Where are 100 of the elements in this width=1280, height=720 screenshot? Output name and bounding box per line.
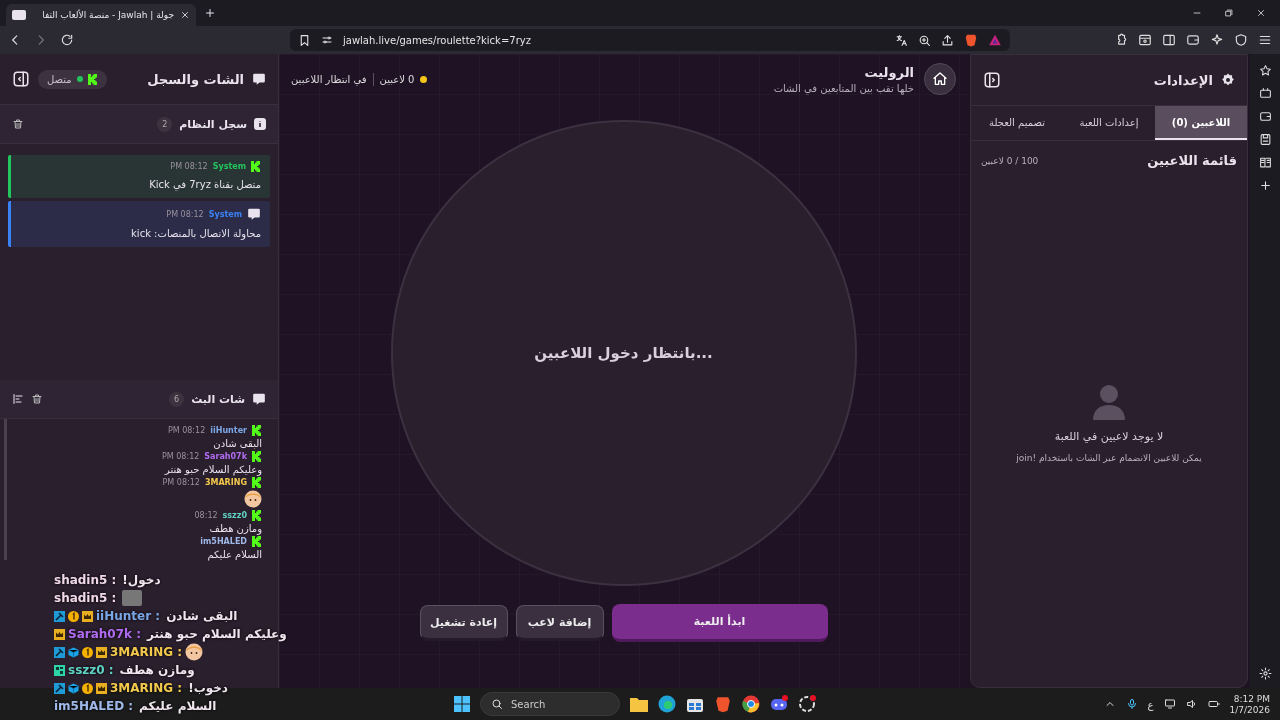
empty-title: لا يوجد لاعبين في اللعبة (1054, 430, 1164, 443)
clock[interactable]: 8:12 PM 1/7/2026 (1229, 693, 1270, 715)
settings-icon (1221, 73, 1235, 87)
sparkle-icon[interactable] (1210, 33, 1224, 47)
zoom-icon[interactable] (918, 33, 931, 47)
hammer-badge-icon (54, 682, 65, 694)
star-icon[interactable] (1258, 64, 1272, 77)
section-title: سجل النظام (179, 117, 247, 131)
overlay-message: السلام عليكم (139, 699, 217, 713)
wallet-icon[interactable] (1186, 33, 1200, 47)
list-title: قائمة اللاعبين (1147, 153, 1237, 168)
player-limit: 100 / 0 لاعبين (981, 155, 1039, 166)
search-bar[interactable]: Search (480, 692, 620, 716)
share-icon[interactable] (941, 33, 954, 47)
settings-tab[interactable]: إعدادات اللعبة (1063, 106, 1155, 140)
log-time: 08:12 PM (170, 162, 208, 171)
screenshot-icon[interactable] (1138, 33, 1152, 47)
wallet-icon[interactable] (1258, 110, 1272, 123)
grid-badge-icon (54, 664, 65, 676)
coin-badge-icon (82, 682, 93, 694)
panel-title: الشات والسجل (147, 71, 244, 87)
triangle-icon[interactable] (988, 33, 1002, 47)
search-field[interactable]: Search (509, 697, 583, 711)
cube-badge-icon (68, 682, 79, 694)
translate-icon[interactable] (895, 33, 908, 47)
chat-time: 08:12 PM (162, 478, 200, 487)
home-icon (932, 71, 948, 87)
chat-time: 08:12 (194, 511, 218, 520)
kick-logo-icon (252, 510, 262, 521)
add-icon[interactable] (1258, 179, 1272, 192)
chrome-ball-icon[interactable] (742, 695, 760, 713)
keyboard-language[interactable]: ع (1147, 698, 1154, 710)
trash-icon[interactable] (12, 118, 24, 130)
site-favicon-icon (12, 10, 26, 20)
reload-icon[interactable] (60, 33, 74, 47)
chat-message: البقى شادن (213, 438, 262, 449)
message-count: 6 (169, 391, 185, 407)
cartoon-avatar-icon (244, 490, 262, 508)
home-button[interactable] (924, 63, 956, 95)
collapse-panel-icon[interactable] (983, 71, 1001, 89)
site-settings-icon[interactable] (321, 34, 333, 46)
kick-logo-icon (252, 425, 262, 436)
game-status: في انتظار اللاعبين (291, 73, 367, 85)
overlay-message: البقى شادن (166, 609, 238, 623)
overlay-username: sszz0 : (68, 663, 114, 677)
crown-badge-icon (82, 610, 93, 622)
trash-icon[interactable] (31, 393, 43, 405)
video-icon[interactable] (1258, 87, 1272, 100)
close-icon[interactable] (1256, 8, 1266, 18)
windows-logo-icon[interactable] (454, 696, 470, 712)
align-icon[interactable] (12, 393, 24, 405)
kick-logo-icon (252, 477, 262, 488)
new-tab-plus-icon[interactable] (204, 7, 216, 19)
overlay-username: Sarah07k : (68, 627, 141, 641)
settings-tab[interactable]: اللاعبين (0) (1155, 106, 1247, 140)
menu-icon[interactable] (1258, 33, 1272, 47)
close-icon[interactable] (180, 10, 190, 20)
settings-icon[interactable] (1258, 667, 1272, 680)
chat-message: السلام عليكم (207, 549, 262, 560)
bookmark-icon[interactable] (298, 33, 311, 47)
restore-icon[interactable] (1224, 8, 1234, 18)
search-icon (491, 698, 503, 710)
chat-time: 08:12 PM (162, 452, 200, 461)
status-dot-icon (420, 75, 428, 83)
overlay-username: im5HALED : (54, 699, 134, 713)
person-silhouette-icon (1092, 384, 1126, 420)
browser-tab[interactable]: جولة | Jawlah - منصة الألعاب التفا (6, 4, 196, 26)
folder-icon[interactable] (630, 696, 648, 712)
message-count: 2 (157, 116, 173, 132)
chat-username: iiHunter (210, 426, 247, 435)
collapse-panel-icon[interactable] (12, 70, 30, 88)
dashed-circle-icon[interactable] (798, 695, 816, 713)
chat-time: 08:12 PM (167, 426, 206, 435)
microphone-icon (1125, 698, 1138, 710)
overlay-username: 3MARING : (110, 645, 183, 659)
overlay-username: shadin5 : (54, 591, 117, 605)
save-icon[interactable] (1258, 133, 1272, 146)
crown-badge-icon (96, 646, 107, 658)
log-time: 08:12 PM (166, 209, 204, 219)
overlay-message: وعليكم السلام حبو هنتر (146, 627, 287, 641)
chat-bubble-icon (252, 72, 266, 86)
game-controller-icon[interactable] (770, 695, 788, 713)
action-button[interactable]: إعادة تشغيل (419, 605, 508, 641)
overlay-username: iiHunter : (96, 609, 161, 623)
action-button[interactable]: إضافة لاعب (515, 605, 604, 641)
sidebar-icon[interactable] (1162, 33, 1176, 47)
overlay-message: دخول! (122, 573, 161, 587)
overlay-username: shadin5 : (54, 573, 117, 587)
kick-logo-icon (252, 536, 262, 547)
log-author: System (212, 162, 246, 171)
game-subtitle: خلها تقب بين المتابعين في الشات (773, 82, 914, 94)
hammer-badge-icon (54, 610, 65, 622)
cartoon-avatar-icon (185, 643, 204, 661)
chat-message: ومازن هطف (209, 523, 262, 534)
settings-tab[interactable]: تصميم العجلة (971, 106, 1063, 140)
cube-badge-icon (68, 646, 79, 658)
address-field[interactable]: jawlah.live/games/roulette?kick=7ryz (343, 34, 531, 46)
chat-username: im5HALED (200, 537, 247, 546)
book-icon[interactable] (1258, 156, 1272, 169)
start-game-button[interactable]: ابدأ اللعبة (611, 604, 828, 642)
